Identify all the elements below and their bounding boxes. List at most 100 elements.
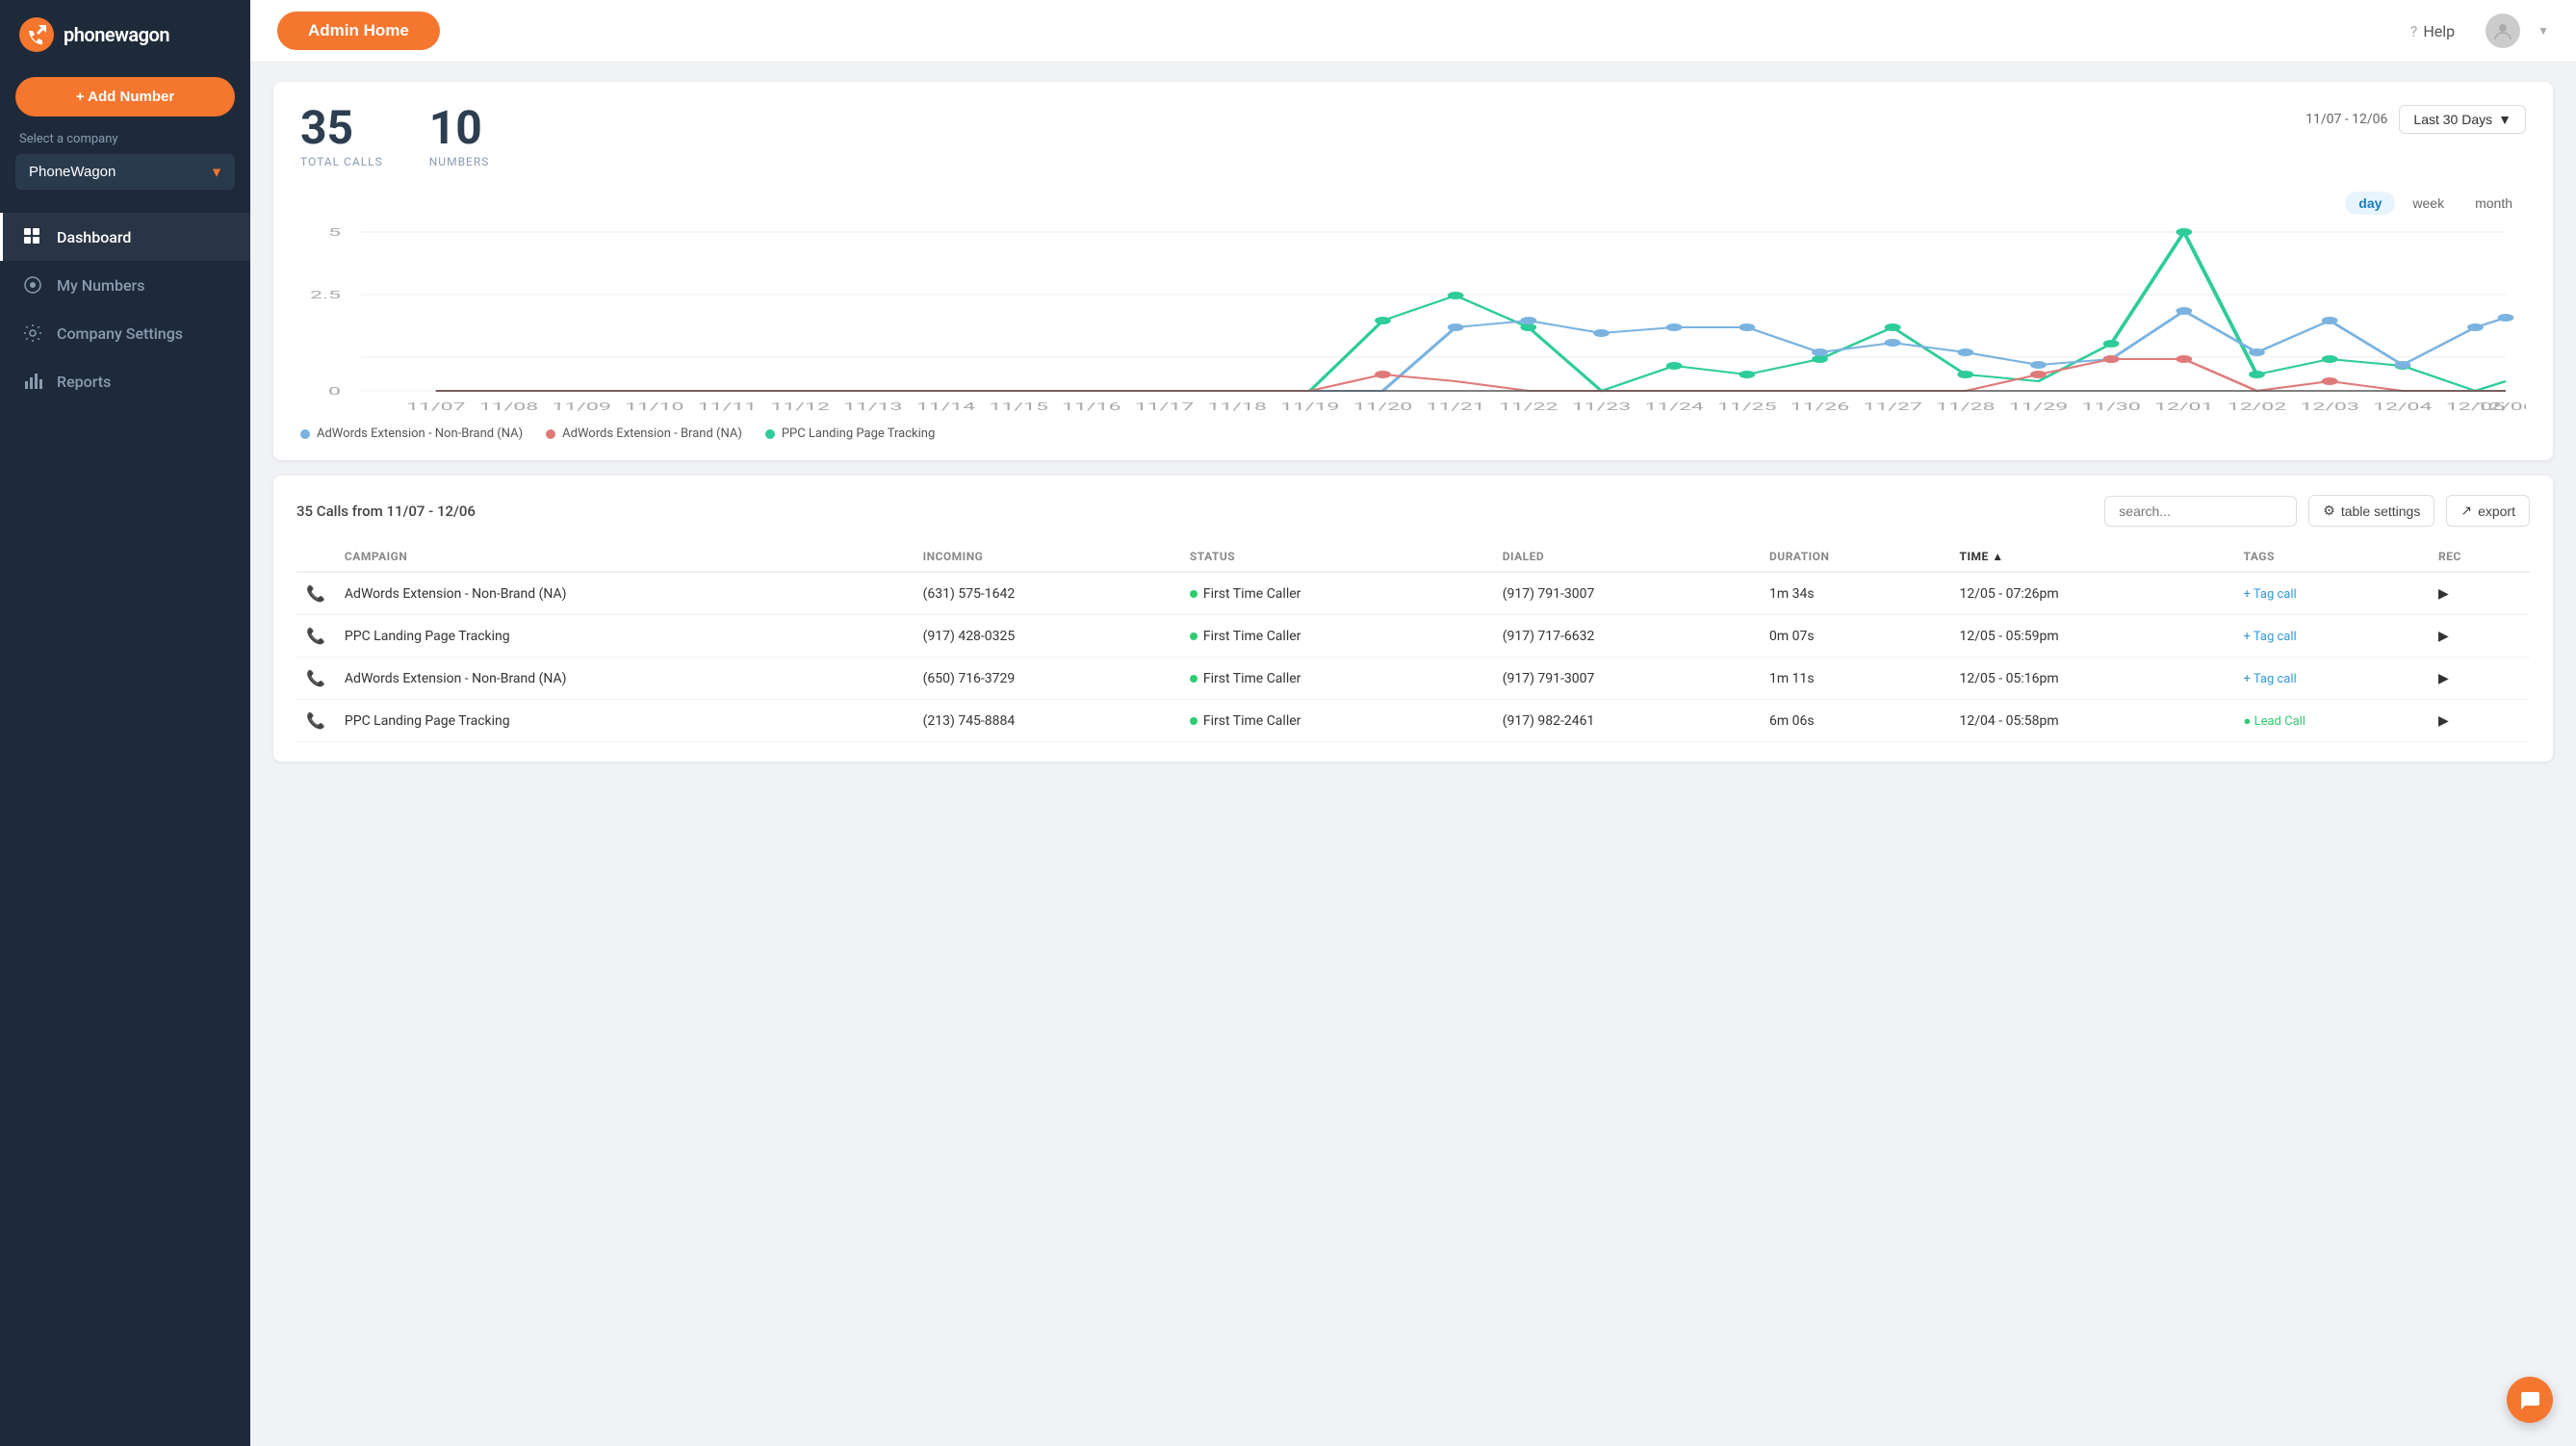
logo-text: phonewagon (64, 23, 169, 46)
help-label: Help (2423, 22, 2455, 40)
call-icon-cell: 📞 (296, 615, 335, 658)
sidebar-item-dashboard[interactable]: Dashboard (0, 213, 250, 261)
time-tabs: day week month (2345, 192, 2526, 215)
play-button[interactable]: ▶ (2438, 671, 2449, 686)
svg-text:11/30: 11/30 (2081, 400, 2140, 413)
table-row: 📞 PPC Landing Page Tracking (213) 745-88… (296, 700, 2530, 742)
table-settings-button[interactable]: ⚙ table settings (2308, 495, 2434, 527)
rec-cell[interactable]: ▶ (2429, 658, 2530, 700)
svg-text:11/24: 11/24 (1644, 400, 1703, 413)
status-cell: First Time Caller (1180, 658, 1493, 700)
th-status[interactable]: STATUS (1180, 542, 1493, 572)
time-tab-week[interactable]: week (2399, 192, 2458, 215)
time-tab-day[interactable]: day (2345, 192, 2395, 215)
sidebar: phonewagon + Add Number Select a company… (0, 0, 250, 1446)
chat-icon (2518, 1388, 2541, 1411)
svg-text:5: 5 (328, 226, 341, 239)
tag-call-button[interactable]: + Tag call (2244, 672, 2297, 686)
numbers-stat: 10 NUMBERS (429, 105, 490, 168)
th-rec: REC (2429, 542, 2530, 572)
period-selector-button[interactable]: Last 30 Days ▼ (2399, 105, 2526, 134)
status-cell: First Time Caller (1180, 572, 1493, 615)
svg-text:11/17: 11/17 (1135, 400, 1194, 413)
svg-text:11/16: 11/16 (1062, 400, 1121, 413)
lead-tag-label: ● Lead Call (2244, 714, 2306, 729)
th-incoming[interactable]: INCOMING (914, 542, 1180, 572)
tag-call-button[interactable]: + Tag call (2244, 587, 2297, 602)
time-cell: 12/05 - 05:59pm (1950, 615, 2234, 658)
svg-text:11/27: 11/27 (1863, 400, 1921, 413)
legend-item-adwords-brand: AdWords Extension - Brand (NA) (546, 426, 742, 441)
status-dot (1190, 590, 1198, 598)
chat-bubble-button[interactable] (2507, 1377, 2553, 1423)
legend-label-adwords-non-brand: AdWords Extension - Non-Brand (NA) (317, 426, 523, 441)
export-button[interactable]: ↗ export (2446, 495, 2530, 527)
legend-item-ppc-landing: PPC Landing Page Tracking (765, 426, 935, 441)
svg-text:11/19: 11/19 (1280, 400, 1339, 413)
status-dot (1190, 633, 1198, 640)
th-dialed[interactable]: DIALED (1493, 542, 1760, 572)
rec-cell[interactable]: ▶ (2429, 700, 2530, 742)
svg-text:11/10: 11/10 (625, 400, 683, 413)
sidebar-item-company-settings-label: Company Settings (57, 324, 183, 343)
incoming-cell: (213) 745-8884 (914, 700, 1180, 742)
period-label: Last 30 Days (2413, 112, 2492, 127)
svg-text:11/07: 11/07 (406, 400, 465, 413)
company-select[interactable]: PhoneWagon (15, 154, 235, 190)
svg-text:11/23: 11/23 (1572, 400, 1631, 413)
admin-home-button[interactable]: Admin Home (277, 12, 440, 50)
incoming-cell: (631) 575-1642 (914, 572, 1180, 615)
table-search-input[interactable] (2104, 496, 2297, 527)
main-area: Admin Home ? Help ▼ 35 TOTAL CALLS (250, 0, 2576, 1446)
user-avatar[interactable] (2486, 13, 2520, 48)
table-row: 📞 AdWords Extension - Non-Brand (NA) (65… (296, 658, 2530, 700)
sidebar-item-reports-label: Reports (57, 373, 111, 391)
sidebar-item-my-numbers[interactable]: My Numbers (0, 261, 250, 309)
call-icon: 📞 (306, 584, 325, 603)
tag-call-button[interactable]: + Tag call (2244, 630, 2297, 644)
svg-text:12/06: 12/06 (2476, 400, 2526, 413)
total-calls-label: TOTAL CALLS (300, 155, 383, 168)
help-button[interactable]: ? Help (2410, 22, 2455, 40)
calls-table: CAMPAIGN INCOMING STATUS DIALED DURATION… (296, 542, 2530, 742)
time-tab-month[interactable]: month (2461, 192, 2526, 215)
campaign-cell: AdWords Extension - Non-Brand (NA) (335, 572, 914, 615)
th-tags[interactable]: TAGS (2234, 542, 2429, 572)
svg-text:11/25: 11/25 (1717, 400, 1776, 413)
sidebar-item-company-settings[interactable]: Company Settings (0, 309, 250, 357)
numbers-number: 10 (429, 105, 490, 151)
play-button[interactable]: ▶ (2438, 629, 2449, 644)
table-head: CAMPAIGN INCOMING STATUS DIALED DURATION… (296, 542, 2530, 572)
company-settings-icon (22, 323, 43, 344)
page-header: Admin Home ? Help ▼ (250, 0, 2576, 63)
svg-text:11/18: 11/18 (1207, 400, 1266, 413)
call-icon: 📞 (306, 627, 325, 645)
rec-cell[interactable]: ▶ (2429, 615, 2530, 658)
play-button[interactable]: ▶ (2438, 713, 2449, 729)
th-campaign[interactable]: CAMPAIGN (335, 542, 914, 572)
rec-cell[interactable]: ▶ (2429, 572, 2530, 615)
svg-text:12/02: 12/02 (2228, 400, 2286, 413)
add-number-button[interactable]: + Add Number (15, 77, 235, 116)
sidebar-item-dashboard-label: Dashboard (57, 228, 131, 246)
sidebar-item-reports[interactable]: Reports (0, 357, 250, 405)
legend-item-adwords-non-brand: AdWords Extension - Non-Brand (NA) (300, 426, 523, 441)
incoming-cell: (650) 716-3729 (914, 658, 1180, 700)
play-button[interactable]: ▶ (2438, 586, 2449, 602)
time-cell: 12/05 - 07:26pm (1950, 572, 2234, 615)
campaign-cell: PPC Landing Page Tracking (335, 700, 914, 742)
tag-cell[interactable]: + Tag call (2234, 658, 2429, 700)
call-icon: 📞 (306, 669, 325, 687)
duration-cell: 1m 34s (1760, 572, 1950, 615)
svg-text:11/09: 11/09 (552, 400, 610, 413)
th-time[interactable]: TIME ▲ (1950, 542, 2234, 572)
reports-icon (22, 371, 43, 392)
legend-label-adwords-brand: AdWords Extension - Brand (NA) (562, 426, 742, 441)
svg-text:2.5: 2.5 (310, 289, 341, 301)
tag-cell[interactable]: + Tag call (2234, 615, 2429, 658)
tag-cell[interactable]: + Tag call (2234, 572, 2429, 615)
svg-text:11/08: 11/08 (479, 400, 538, 413)
th-duration[interactable]: DURATION (1760, 542, 1950, 572)
chart-legend: AdWords Extension - Non-Brand (NA) AdWor… (300, 426, 2526, 441)
campaign-cell: AdWords Extension - Non-Brand (NA) (335, 658, 914, 700)
